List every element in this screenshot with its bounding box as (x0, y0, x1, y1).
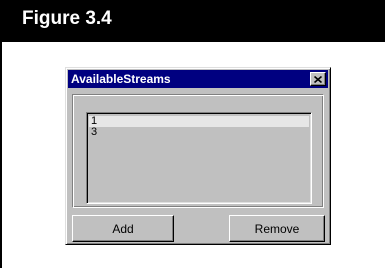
close-icon (314, 75, 322, 83)
close-button[interactable] (310, 72, 326, 86)
remove-button[interactable]: Remove (229, 215, 325, 242)
streams-group: 1 3 (72, 94, 324, 208)
figure-title: Figure 3.4 (22, 8, 112, 29)
add-button[interactable]: Add (72, 215, 174, 242)
figure-header: Figure 3.4 (0, 0, 385, 42)
title-bar[interactable]: AvailableStreams (68, 70, 328, 88)
window-title: AvailableStreams (71, 72, 171, 86)
figure-border (0, 42, 2, 268)
list-item[interactable]: 1 (89, 116, 309, 127)
streams-listbox[interactable]: 1 3 (86, 112, 312, 204)
list-item[interactable]: 3 (89, 127, 309, 138)
available-streams-dialog: AvailableStreams 1 3 Add Remove (65, 67, 331, 245)
